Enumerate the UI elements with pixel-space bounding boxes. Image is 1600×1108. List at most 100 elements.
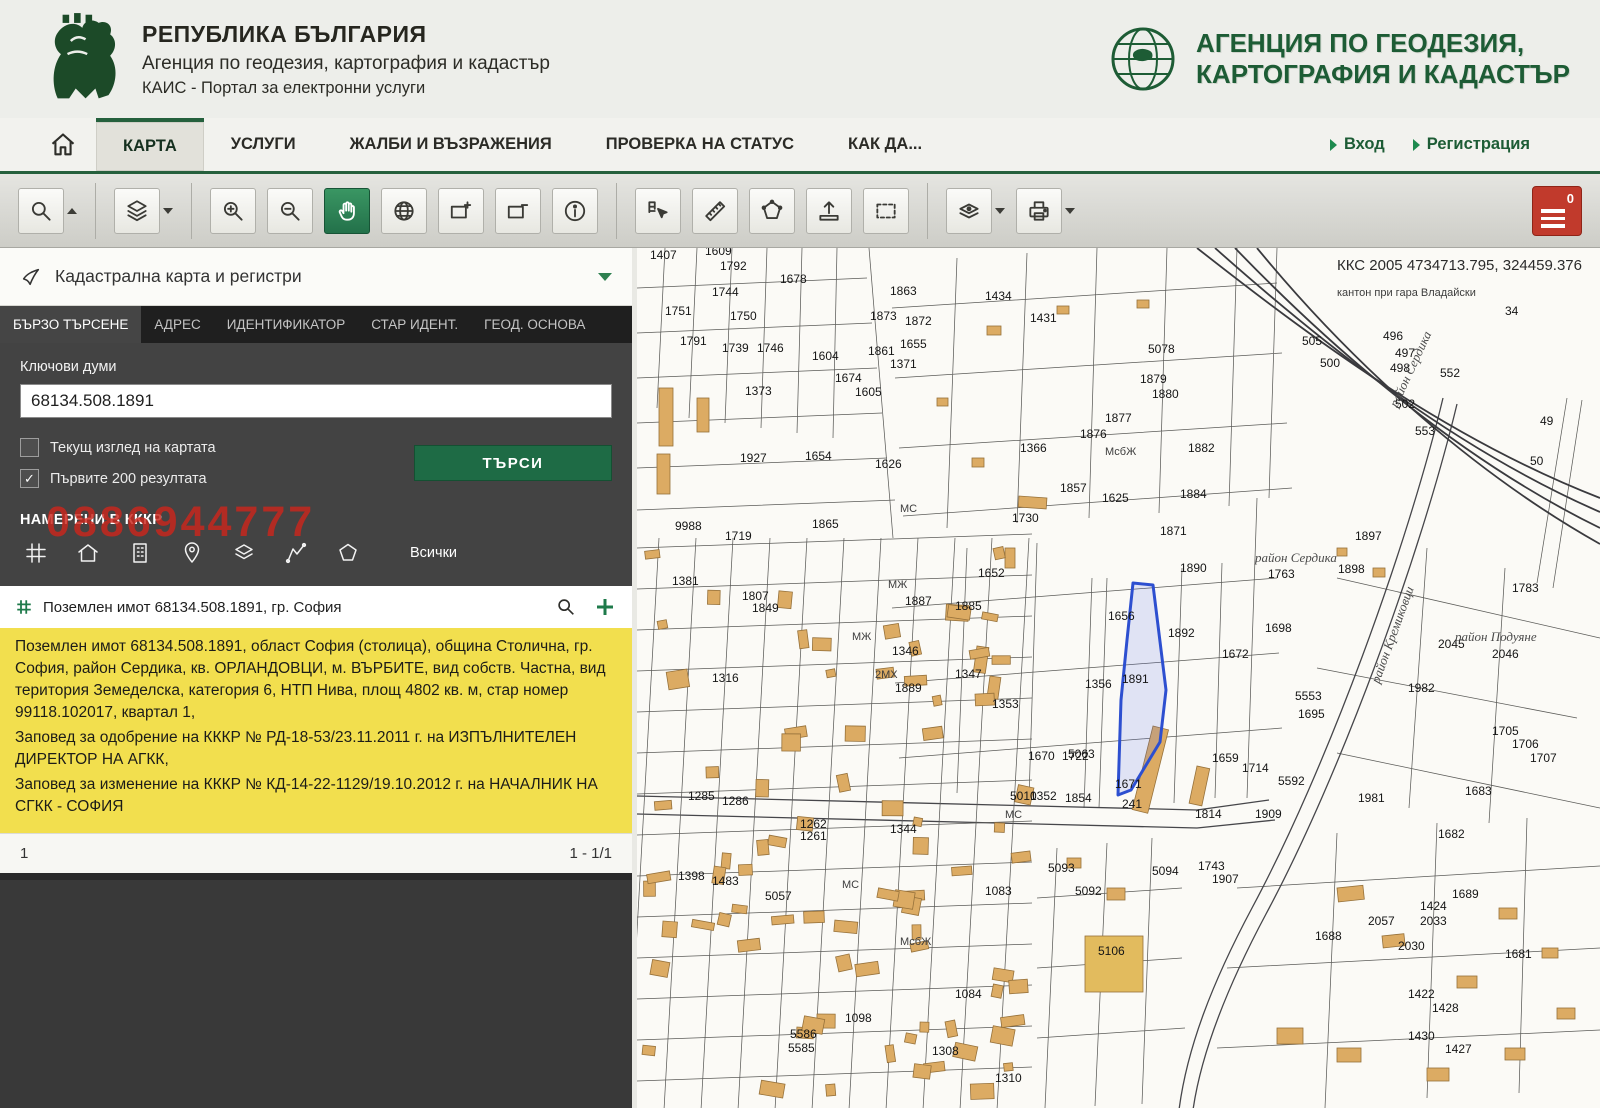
pin-icon [180,541,204,565]
result-row[interactable]: Поземлен имот 68134.508.1891, гр. София [0,586,632,628]
layers-button[interactable] [114,188,160,234]
zoom-out-button[interactable] [267,188,313,234]
parcel-label: 1353 [992,697,1019,711]
zoom-to-result-button[interactable] [555,596,577,618]
zoom-rect-out-button[interactable] [495,188,541,234]
republic-title: РЕПУБЛИКА БЪЛГАРИЯ [142,21,550,48]
parcel-label: 1907 [1212,872,1239,886]
cadastral-map[interactable]: 1407160917921744167818631434143117511750… [637,248,1600,1108]
parcel-label: 1730 [1012,511,1039,525]
tab-geod-basis[interactable]: ГЕОД. ОСНОВА [471,306,598,343]
select-features-button[interactable] [635,188,681,234]
nav-item-proverka[interactable]: ПРОВЕРКА НА СТАТУС [579,118,821,171]
parcel-label: 1877 [1105,411,1132,425]
parcel-label: 1083 [985,884,1012,898]
house-icon [76,541,100,565]
result-filter-row: Всички [20,541,612,578]
parcel-label: 1722 [1062,749,1089,763]
parcel-label: 5585 [788,1041,815,1055]
nav-item-zhalbi[interactable]: ЖАЛБИ И ВЪЗРАЖЕНИЯ [323,118,579,171]
parcel-label: 1981 [1358,791,1385,805]
print-button[interactable] [1016,188,1062,234]
parcel-label: 1098 [845,1011,872,1025]
zone-label: 2МХ [875,669,898,681]
parcel-label: 1909 [1255,807,1282,821]
filter-polygons-button[interactable] [336,541,360,565]
parcel-label: 1743 [1198,859,1225,873]
checkbox-checked-icon[interactable] [20,469,39,488]
checkbox-icon[interactable] [20,438,39,457]
parcel-label: 49 [1540,414,1554,428]
pan-tool-button[interactable] [324,188,370,234]
parcel-label: 1352 [1030,789,1057,803]
parcel-label: 1605 [855,385,882,399]
select-rect-button[interactable] [863,188,909,234]
details-line: Заповед за изменение на КККР № КД-14-22-… [15,774,617,818]
parcel-label: 1705 [1492,724,1519,738]
chevron-down-icon[interactable] [1065,208,1075,214]
measure-area-button[interactable] [749,188,795,234]
zone-label: МсбЖ [900,936,931,948]
keywords-input[interactable] [20,384,612,418]
filter-routes-button[interactable] [284,541,308,565]
zoom-rect-in-button[interactable] [438,188,484,234]
tab-quick-search[interactable]: БЪРЗО ТЪРСЕНЕ [0,306,141,343]
filter-parcels-button[interactable] [24,541,48,565]
measure-distance-button[interactable] [692,188,738,234]
chevron-up-icon[interactable] [67,208,77,214]
chevron-down-icon[interactable] [995,208,1005,214]
parcel-label: 1381 [672,574,699,588]
plus-icon [593,595,617,619]
tab-address[interactable]: АДРЕС [141,306,213,343]
parcel-label: 1262 [800,817,827,831]
filter-schemes-button[interactable] [128,541,152,565]
identify-layers-button[interactable] [946,188,992,234]
parcel-label: 1084 [955,987,982,1001]
page-number[interactable]: 1 [20,845,28,862]
filter-buildings-button[interactable] [76,541,100,565]
parcel-label: 1422 [1408,987,1435,1001]
parcel-label: 500 [1320,356,1340,370]
add-result-button[interactable] [593,595,617,619]
full-extent-button[interactable] [381,188,427,234]
parcel-label: 1347 [955,667,982,681]
parcel-label: 1308 [932,1044,959,1058]
chevron-down-icon[interactable] [163,208,173,214]
filter-points-button[interactable] [180,541,204,565]
checkbox-current-view[interactable]: Текущ изглед на картата [20,432,414,463]
upload-button[interactable] [806,188,852,234]
tab-old-ident[interactable]: СТАР ИДЕНТ. [358,306,471,343]
search-icon [28,198,54,224]
nav-item-uslugi[interactable]: УСЛУГИ [204,118,323,171]
nav-item-kakda[interactable]: КАК ДА... [821,118,949,171]
zoom-in-button[interactable] [210,188,256,234]
zoom-rect-out-icon [505,198,531,224]
main-nav: КАРТА УСЛУГИ ЖАЛБИ И ВЪЗРАЖЕНИЯ ПРОВЕРКА… [0,118,1600,174]
parcel-label: 1857 [1060,481,1087,495]
chevron-down-icon[interactable] [598,273,612,281]
filter-all-label[interactable]: Всички [410,545,457,561]
pan-hand-icon [334,198,360,224]
sidebar-empty-area [0,873,632,1108]
nav-item-karta[interactable]: КАРТА [96,118,204,171]
parcel-label: 1871 [1160,524,1187,538]
parcel-label: 1807 [742,589,769,603]
legend-panel-button[interactable]: 0 [1532,186,1582,236]
map-canvas[interactable]: 1407160917921744167818631434143117511750… [637,248,1600,1108]
login-link[interactable]: Вход [1330,135,1385,154]
search-button[interactable]: ТЪРСИ [414,445,612,481]
tab-identifier[interactable]: ИДЕНТИФИКАТОР [214,306,358,343]
layers-icon [232,541,256,565]
search-tool-button[interactable] [18,188,64,234]
parcel-label: 1625 [1102,491,1129,505]
parcel-label: 1431 [1030,311,1057,325]
parcel-label: 1792 [720,259,747,273]
zone-label: МЖ [852,631,871,643]
filter-layers-button[interactable] [232,541,256,565]
nav-home[interactable] [30,118,96,171]
parcel-label: 1310 [995,1071,1022,1085]
checkbox-first-200[interactable]: Първите 200 резултата [20,463,414,494]
info-tool-button[interactable] [552,188,598,234]
register-link[interactable]: Регистрация [1413,135,1530,154]
panel-header[interactable]: Кадастрална карта и регистри [0,248,632,306]
